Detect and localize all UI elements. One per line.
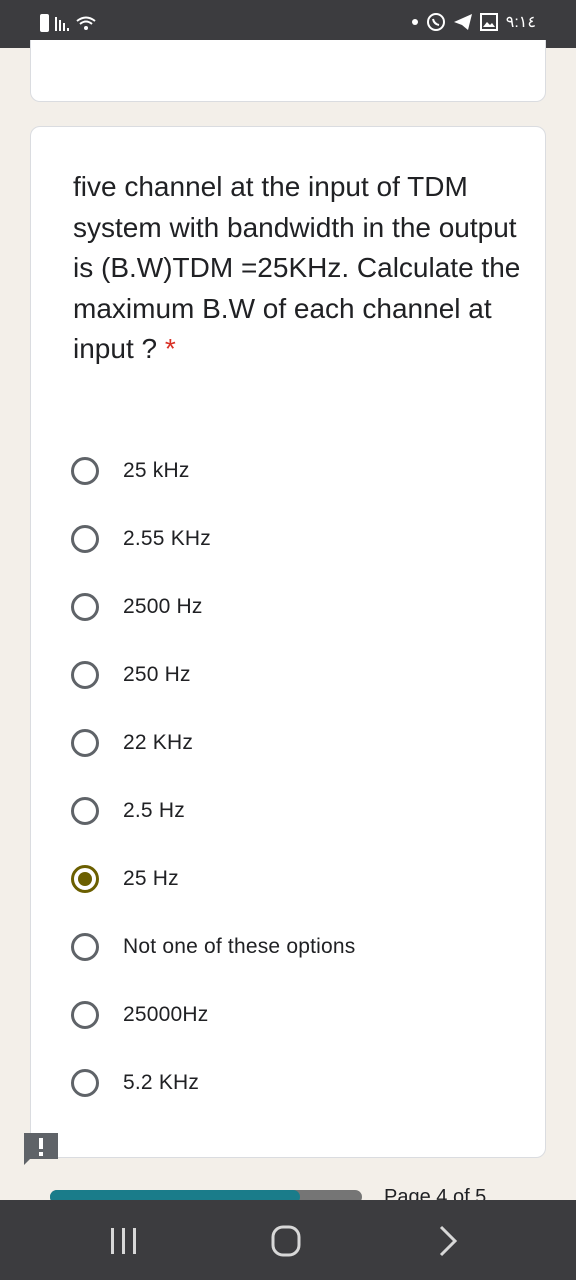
radio-button[interactable] — [71, 661, 99, 689]
status-right: ٩:١٤ — [411, 12, 536, 32]
navigation-bar — [0, 1200, 576, 1280]
radio-button[interactable] — [71, 593, 99, 621]
option-250-hz[interactable]: 250 Hz — [71, 657, 191, 693]
wifi-icon — [76, 16, 96, 30]
option-label: 25 Hz — [123, 867, 179, 890]
radio-button[interactable] — [71, 797, 99, 825]
option-25000-hz[interactable]: 25000Hz — [71, 997, 208, 1033]
question-title: five channel at the input of TDM system … — [73, 167, 523, 370]
option-2-5-hz[interactable]: 2.5 Hz — [71, 793, 185, 829]
radio-button[interactable] — [71, 525, 99, 553]
question-text: five channel at the input of TDM system … — [73, 171, 521, 364]
radio-button[interactable] — [71, 457, 99, 485]
radio-button[interactable] — [71, 933, 99, 961]
option-label: 22 KHz — [123, 731, 194, 754]
option-label: 5.2 KHz — [123, 1071, 200, 1094]
option-2500-hz[interactable]: 2500 Hz — [71, 589, 203, 625]
progress-bar — [50, 1190, 362, 1200]
previous-question-card — [30, 40, 546, 102]
option-label: 25 kHz — [123, 459, 190, 482]
clock: ٩:١٤ — [505, 14, 536, 31]
option-none[interactable]: Not one of these options — [71, 929, 355, 965]
report-feedback-icon[interactable] — [24, 1133, 58, 1167]
page-indicator: Page 4 of 5 — [384, 1186, 487, 1200]
option-label: Not one of these options — [123, 935, 356, 958]
home-icon[interactable] — [266, 1224, 306, 1258]
option-25-hz[interactable]: 25 Hz — [71, 861, 179, 897]
radio-button[interactable] — [71, 1001, 99, 1029]
option-label: 2500 Hz — [123, 595, 203, 618]
status-left — [40, 14, 97, 32]
signal-icon — [55, 15, 69, 31]
option-22-khz[interactable]: 22 KHz — [71, 725, 193, 761]
radio-button-selected[interactable] — [71, 865, 99, 893]
gallery-icon — [479, 13, 498, 31]
question-card: five channel at the input of TDM system … — [30, 126, 546, 1158]
whatsapp-icon — [426, 13, 445, 31]
progress-fill — [50, 1190, 300, 1200]
battery-icon — [40, 14, 49, 32]
forward-icon[interactable] — [428, 1224, 468, 1258]
telegram-icon — [453, 14, 472, 30]
option-label: 2.55 KHz — [123, 527, 211, 550]
option-2-55-khz[interactable]: 2.55 KHz — [71, 521, 211, 557]
option-label: 250 Hz — [123, 663, 191, 686]
option-label: 2.5 Hz — [123, 799, 185, 822]
recent-apps-icon[interactable] — [104, 1224, 144, 1258]
progress-area: Page 4 of 5 — [0, 1184, 576, 1200]
radio-button[interactable] — [71, 1069, 99, 1097]
option-5-2-khz[interactable]: 5.2 KHz — [71, 1065, 199, 1101]
notification-dot-icon — [411, 19, 418, 25]
option-label: 25000Hz — [123, 1003, 209, 1026]
required-asterisk: * — [164, 333, 176, 364]
option-25-khz[interactable]: 25 kHz — [71, 453, 190, 489]
radio-button[interactable] — [71, 729, 99, 757]
